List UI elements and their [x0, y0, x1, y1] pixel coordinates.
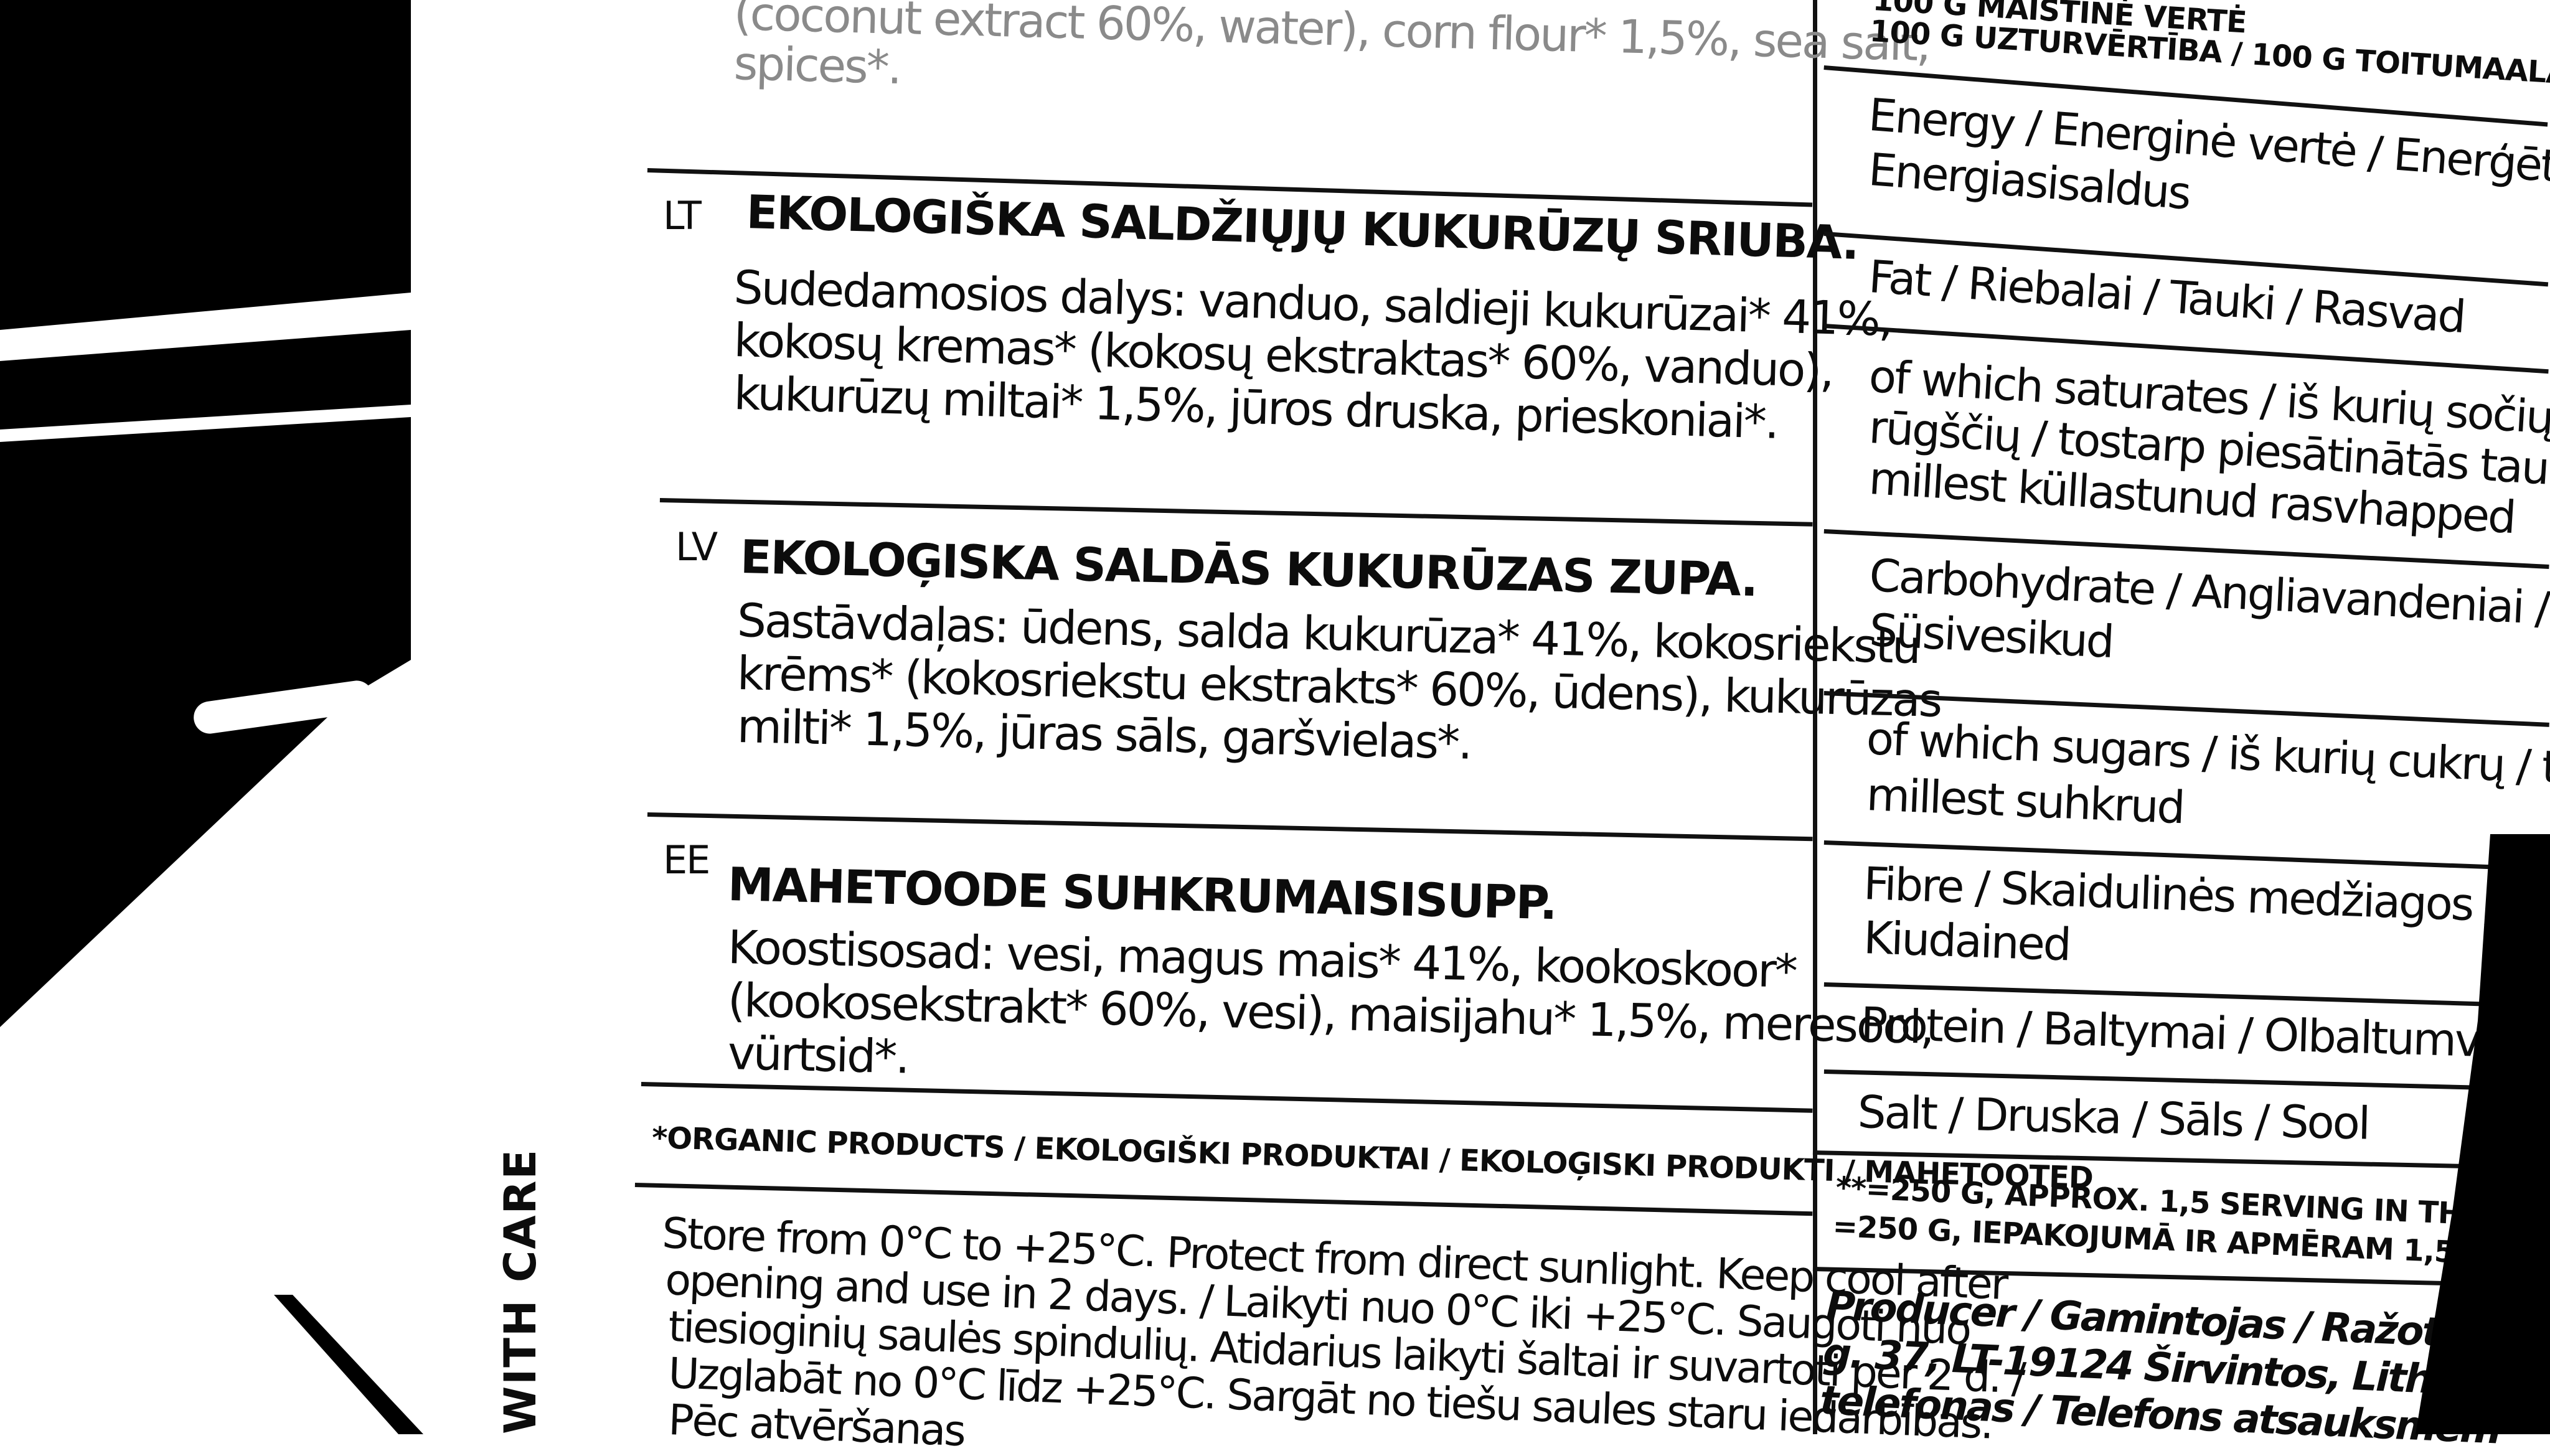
nutrition-row-label: millest suhkrud: [1865, 768, 2185, 834]
nutrition-row-label: Kiudained: [1862, 911, 2071, 971]
left-artwork-ink: [274, 1295, 423, 1434]
nutrition-row-label: Fat / Riebalai / Tauki / Rasvad: [1867, 250, 2467, 343]
section-line-ee: vürtsid*.: [727, 1026, 909, 1084]
nutrition-row-label: Salt / Druska / Sāls / Sool: [1857, 1085, 2369, 1150]
section-divider: [647, 812, 1813, 842]
left-artwork: [0, 0, 411, 1027]
section-code-lt: LT: [663, 193, 702, 238]
section-divider: [641, 1082, 1813, 1113]
section-title-lt: EKOLOGIŠKA SALDŽIŲJŲ KUKURŪZŲ SRIUBA.: [745, 186, 1859, 270]
section-code-lv: LV: [675, 524, 718, 570]
section-title-ee: MAHETOODE SUHKRUMAISISUPP.: [727, 858, 1557, 931]
side-vertical-text: WITH CARE: [495, 1148, 546, 1434]
top-text-line: (coconut extract 60%, water), corn flour…: [733, 0, 1931, 72]
nutrition-row-label: Protein / Baltymai / Olbaltumvielas / Va…: [1860, 997, 2550, 1074]
section-divider: [659, 498, 1813, 527]
section-title-lv: EKOLOĢISKA SALDĀS KUKURŪZAS ZUPA.: [740, 530, 1758, 608]
section-divider: [634, 1183, 1813, 1216]
section-code-ee: EE: [663, 837, 710, 883]
storage-line: Pēc atvēršanas: [667, 1396, 966, 1456]
top-text-line: spices*.: [733, 37, 901, 95]
